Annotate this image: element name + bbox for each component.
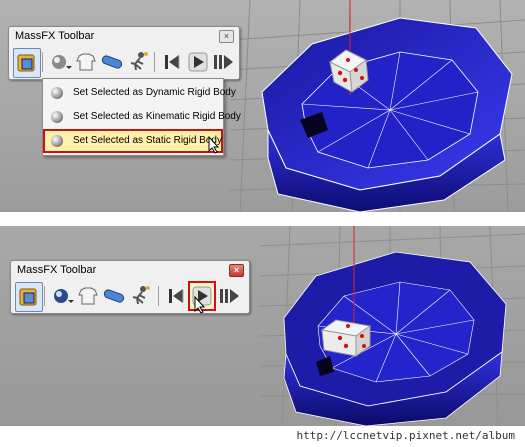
menu-item-label: Set Selected as Dynamic Rigid Body [73,87,236,98]
rigid-body-sphere-icon [51,111,63,123]
bottom-screenshot-panel: MassFX Toolbar × [0,226,525,426]
menu-item-kinematic-rigid-body[interactable]: Set Selected as Kinematic Rigid Body [43,105,241,129]
toolbar-title: MassFX Toolbar [17,264,97,276]
close-button[interactable]: × [229,264,244,277]
mouse-cursor-icon [194,296,206,314]
rigid-body-sphere-icon[interactable] [47,48,73,76]
step-simulation-icon[interactable] [211,48,237,76]
menu-item-dynamic-rigid-body[interactable]: Set Selected as Dynamic Rigid Body [43,81,236,105]
rigid-body-dropdown-menu: Set Selected as Dynamic Rigid Body Set S… [42,78,241,156]
mass-fx-tools-icon[interactable] [13,48,41,78]
mass-fx-tools-icon[interactable] [15,282,43,312]
reset-simulation-icon[interactable] [159,48,185,76]
panel-divider [0,212,525,226]
toolbar-title: MassFX Toolbar [15,30,95,42]
footer-bar: http://lccnetvip.pixnet.net/album [0,426,525,447]
ragdoll-figure-icon[interactable] [127,282,153,310]
rigid-body-sphere-icon[interactable] [49,282,75,310]
massfx-toolbar: MassFX Toolbar × [10,260,250,314]
ragdoll-figure-icon[interactable] [125,48,151,76]
cloth-shirt-icon[interactable] [75,282,101,310]
rigid-body-sphere-icon [51,135,63,147]
mouse-cursor-icon [208,136,220,154]
step-simulation-icon[interactable] [217,282,243,310]
toolbar-titlebar[interactable]: MassFX Toolbar × [11,261,249,279]
cloth-shirt-icon[interactable] [73,48,99,76]
toolbar-titlebar[interactable]: MassFX Toolbar × [9,27,239,45]
viewport-scene [0,226,525,426]
massfx-toolbar: MassFX Toolbar × [8,26,240,80]
constraint-capsule-icon[interactable] [101,282,127,310]
menu-item-label: Set Selected as Kinematic Rigid Body [73,111,241,122]
top-screenshot-panel: MassFX Toolbar × Set Selected as Dynamic… [0,0,525,212]
viewport-3d[interactable] [0,226,525,426]
reset-simulation-icon[interactable] [163,282,189,310]
watermark-url: http://lccnetvip.pixnet.net/album [296,429,515,442]
menu-item-static-rigid-body[interactable]: Set Selected as Static Rigid Body [43,129,223,153]
rigid-body-sphere-icon [51,87,63,99]
close-button[interactable]: × [219,30,234,43]
menu-item-label: Set Selected as Static Rigid Body [73,135,222,146]
play-simulation-icon[interactable] [185,48,211,76]
constraint-capsule-icon[interactable] [99,48,125,76]
